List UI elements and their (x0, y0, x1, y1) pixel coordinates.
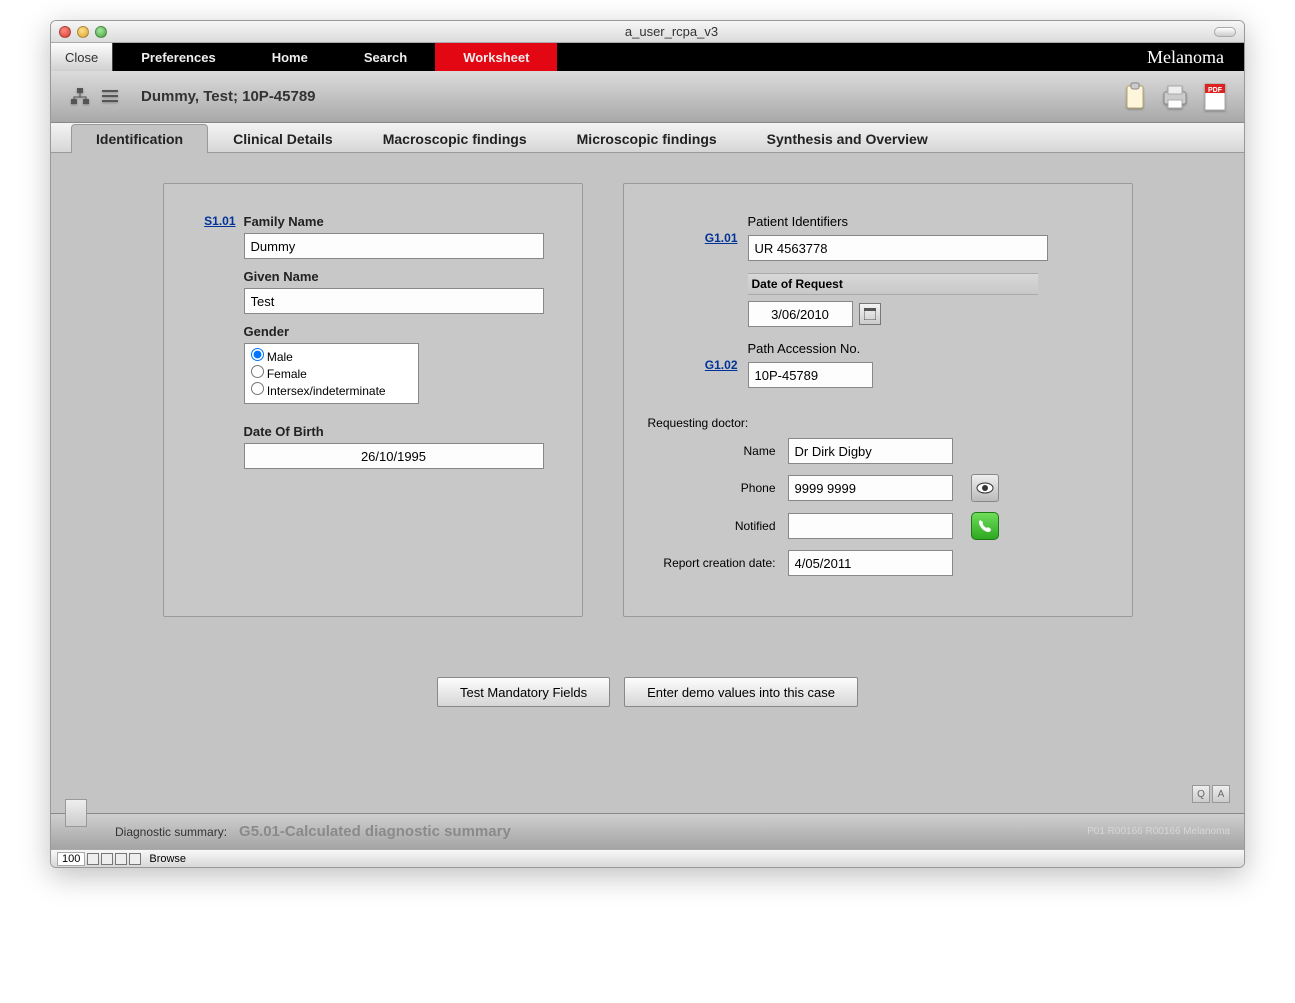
toolbar: Dummy, Test; 10P-45789 PDF (51, 71, 1244, 123)
doctor-name-field[interactable] (788, 438, 953, 464)
toolbar-toggle-icon[interactable] (1214, 27, 1236, 37)
given-name-field[interactable] (244, 288, 544, 314)
path-accession-label: Path Accession No. (748, 341, 1108, 356)
code-s1-01[interactable]: S1.01 (204, 214, 235, 228)
view-icon-3[interactable] (115, 853, 127, 865)
menu-search[interactable]: Search (336, 43, 435, 71)
tab-clinical-details[interactable]: Clinical Details (208, 124, 358, 153)
family-name-field[interactable] (244, 233, 544, 259)
clipboard-icon[interactable] (1120, 82, 1150, 112)
gender-option-female[interactable]: Female (251, 365, 412, 382)
enter-demo-button[interactable]: Enter demo values into this case (624, 677, 858, 707)
requesting-doctor-label: Requesting doctor: (648, 416, 1108, 430)
view-icon-4[interactable] (129, 853, 141, 865)
menubar: Close Preferences Home Search Worksheet … (51, 43, 1244, 71)
notified-label: Notified (648, 519, 788, 533)
view-icon-1[interactable] (87, 853, 99, 865)
status-bar: 100 Browse (51, 849, 1244, 867)
patient-identifiers-field[interactable] (748, 235, 1048, 261)
menu-preferences[interactable]: Preferences (113, 43, 243, 71)
tab-macroscopic[interactable]: Macroscopic findings (358, 124, 552, 153)
gender-label: Gender (244, 324, 558, 339)
footer-meta: P01 R00166 R00166 Melanoma (1087, 826, 1230, 837)
window-zoom-icon[interactable] (95, 26, 107, 38)
window-titlebar: a_user_rcpa_v3 (51, 21, 1244, 43)
dob-label: Date Of Birth (244, 424, 558, 439)
report-creation-field[interactable] (788, 550, 953, 576)
view-list-icon[interactable] (95, 82, 125, 112)
zoom-level[interactable]: 100 (57, 852, 85, 866)
calendar-icon[interactable] (859, 303, 881, 325)
doctor-phone-label: Phone (648, 481, 788, 495)
report-creation-label: Report creation date: (648, 556, 788, 570)
pdf-icon[interactable]: PDF (1200, 82, 1230, 112)
close-button[interactable]: Close (51, 43, 113, 71)
window-minimize-icon[interactable] (77, 26, 89, 38)
eye-icon[interactable] (971, 474, 999, 502)
doctor-phone-field[interactable] (788, 475, 953, 501)
tab-bar: Identification Clinical Details Macrosco… (51, 123, 1244, 153)
diagnostic-summary-label: Diagnostic summary: (115, 825, 227, 839)
given-name-label: Given Name (244, 269, 558, 284)
test-mandatory-button[interactable]: Test Mandatory Fields (437, 677, 610, 707)
brand-label: Melanoma (1127, 43, 1244, 71)
view-icon-2[interactable] (101, 853, 113, 865)
gender-option-male[interactable]: Male (251, 348, 412, 365)
family-name-label: Family Name (244, 214, 558, 229)
view-tree-icon[interactable] (65, 82, 95, 112)
doctor-name-label: Name (648, 444, 788, 458)
menu-worksheet[interactable]: Worksheet (435, 43, 557, 71)
gender-radio-group: Male Female Intersex/indeterminate (244, 343, 419, 404)
menu-home[interactable]: Home (244, 43, 336, 71)
printer-icon[interactable] (1160, 82, 1190, 112)
date-of-request-label: Date of Request (748, 273, 1038, 295)
q-button[interactable]: Q (1192, 785, 1210, 803)
dob-field[interactable] (244, 443, 544, 469)
identification-panel-right: G1.01 Patient Identifiers Date of Reques… (623, 183, 1133, 617)
code-g1-01[interactable]: G1.01 (705, 231, 738, 245)
window-close-icon[interactable] (59, 26, 71, 38)
tab-identification[interactable]: Identification (71, 124, 208, 153)
phone-icon[interactable] (971, 512, 999, 540)
path-accession-field[interactable] (748, 362, 873, 388)
tab-microscopic[interactable]: Microscopic findings (552, 124, 742, 153)
worksheet-area: S1.01 Family Name Given Name (51, 153, 1244, 813)
footer-summary-bar: Diagnostic summary: G5.01-Calculated dia… (51, 813, 1244, 849)
patient-header: Dummy, Test; 10P-45789 (141, 88, 316, 105)
mode-label: Browse (149, 853, 186, 865)
tab-synthesis[interactable]: Synthesis and Overview (742, 124, 953, 153)
patient-identifiers-label: Patient Identifiers (748, 214, 1108, 229)
code-g1-02[interactable]: G1.02 (705, 358, 738, 372)
gender-option-intersex[interactable]: Intersex/indeterminate (251, 382, 412, 399)
footer-tool-icon[interactable] (65, 799, 87, 827)
svg-text:PDF: PDF (1208, 87, 1223, 94)
a-button[interactable]: A (1212, 785, 1230, 803)
window-title: a_user_rcpa_v3 (107, 24, 1236, 39)
diagnostic-summary-value: G5.01-Calculated diagnostic summary (239, 823, 1087, 840)
notified-field[interactable] (788, 513, 953, 539)
identification-panel-left: S1.01 Family Name Given Name (163, 183, 583, 617)
date-of-request-field[interactable] (748, 301, 853, 327)
